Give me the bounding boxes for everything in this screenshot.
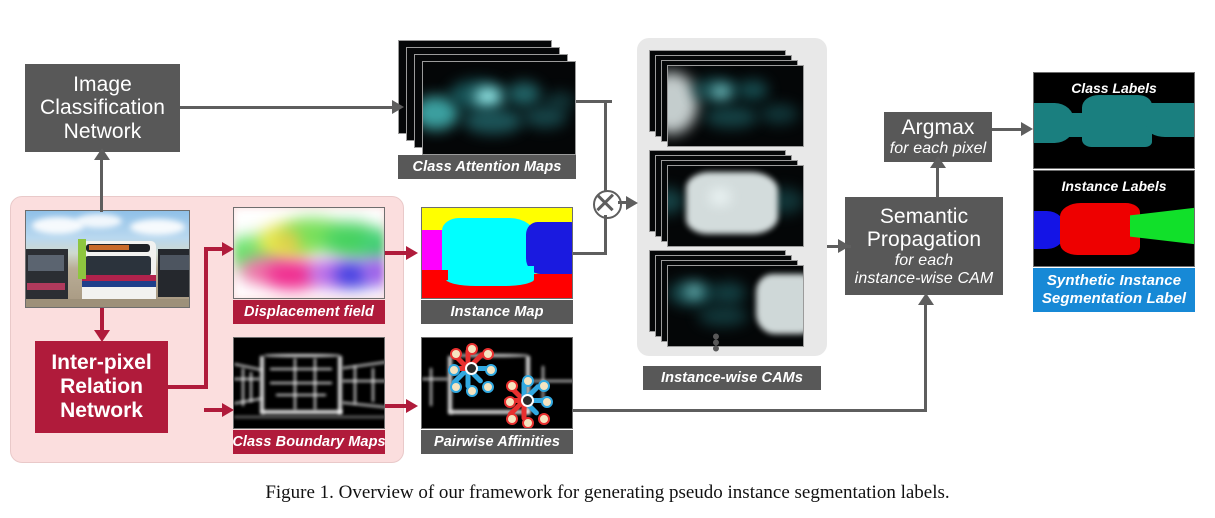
boundary-art	[234, 338, 384, 428]
semprop-sub-1: for each	[894, 251, 954, 269]
pairwise-affinities-caption: Pairwise Affinities	[421, 430, 573, 454]
instance-labels-plate: Instance Labels	[1033, 170, 1195, 267]
class-boundary-maps-caption: Class Boundary Maps	[232, 430, 386, 454]
arrowhead-cam-in	[392, 100, 404, 114]
arrowhead-semprop-affinity-in	[918, 293, 934, 305]
figure-caption: Figure 1. Overview of our framework for …	[265, 482, 950, 503]
arrowhead-iprn-in	[94, 330, 110, 342]
synthetic-label-line-1: Synthetic Instance	[1046, 272, 1182, 290]
icn-line-3: Network	[63, 119, 142, 143]
icn-line-2: Classification	[39, 96, 166, 120]
class-labels-plate: Class Labels	[1033, 72, 1195, 169]
arrowhead-output-in	[1021, 122, 1033, 136]
instance-cam-group-2	[649, 150, 819, 250]
instance-labels-title: Instance Labels	[1061, 178, 1167, 194]
conn-icn-to-cam	[180, 106, 398, 109]
iprn-line-1: Inter-pixel	[51, 351, 152, 375]
instance-wise-cams-caption: Instance-wise CAMs	[643, 366, 821, 390]
arrowhead-pairwise-in	[406, 399, 418, 413]
conn-cam-to-merge-v	[604, 100, 607, 192]
input-photo	[26, 211, 189, 307]
conn-iprn-riser	[204, 247, 208, 389]
class-attention-maps-caption: Class Attention Maps	[398, 155, 576, 179]
class-attention-maps-stack	[398, 40, 583, 160]
argmax-box[interactable]: Argmax for each pixel	[884, 112, 992, 162]
arrowhead-boundary-in	[222, 403, 234, 417]
icn-line-1: Image	[73, 72, 132, 96]
class-labels-title: Class Labels	[1071, 80, 1157, 96]
synthetic-label-line-2: Segmentation Label	[1041, 290, 1187, 307]
synthetic-label-caption: Synthetic Instance Segmentation Label	[1033, 268, 1195, 312]
instance-cam-group-1	[649, 50, 819, 150]
arrowhead-icn-in	[94, 148, 110, 160]
conn-instance-map-to-merge-h	[573, 252, 607, 255]
conn-pairwise-to-semprop-h	[573, 409, 927, 412]
image-classification-network-box[interactable]: Image Classification Network	[25, 64, 180, 152]
instance-map-plate	[421, 207, 573, 299]
conn-iprn-trunk	[168, 385, 208, 389]
instance-map-caption: Instance Map	[421, 300, 573, 324]
iprn-line-3: Network	[60, 398, 143, 422]
iprn-line-2: Relation	[60, 375, 143, 399]
pairwise-affinities-plate	[421, 337, 573, 429]
arrowhead-instance-map-in	[406, 246, 418, 260]
semprop-line-2: Propagation	[866, 228, 982, 252]
semprop-line-1: Semantic	[879, 204, 969, 228]
arrowhead-argmax-in	[930, 156, 946, 168]
arrowhead-displacement-in	[222, 242, 234, 256]
class-boundary-maps-plate	[233, 337, 385, 429]
semantic-propagation-box[interactable]: Semantic Propagation for each instance-w…	[845, 197, 1003, 295]
conn-instance-map-to-merge-v	[604, 215, 607, 255]
semprop-sub-2: instance-wise CAM	[854, 269, 994, 287]
instance-cam-group-3	[649, 250, 819, 350]
inter-pixel-relation-network-box[interactable]: Inter-pixel Relation Network	[35, 341, 168, 433]
argmax-title: Argmax	[901, 116, 975, 140]
displacement-field-caption: Displacement field	[233, 300, 385, 324]
displacement-field-plate	[233, 207, 385, 299]
arrowhead-semprop-in	[838, 239, 850, 253]
cams-vertical-ellipsis: • • •	[712, 324, 720, 361]
conn-pairwise-to-semprop-v	[924, 302, 927, 412]
figure-canvas: Image Classification Network Inter-pixel…	[0, 0, 1215, 518]
arrowhead-cams-in	[626, 196, 638, 210]
conn-photo-to-icn	[100, 152, 103, 212]
tensor-product-icon	[593, 190, 622, 219]
input-image-plate	[25, 210, 190, 308]
